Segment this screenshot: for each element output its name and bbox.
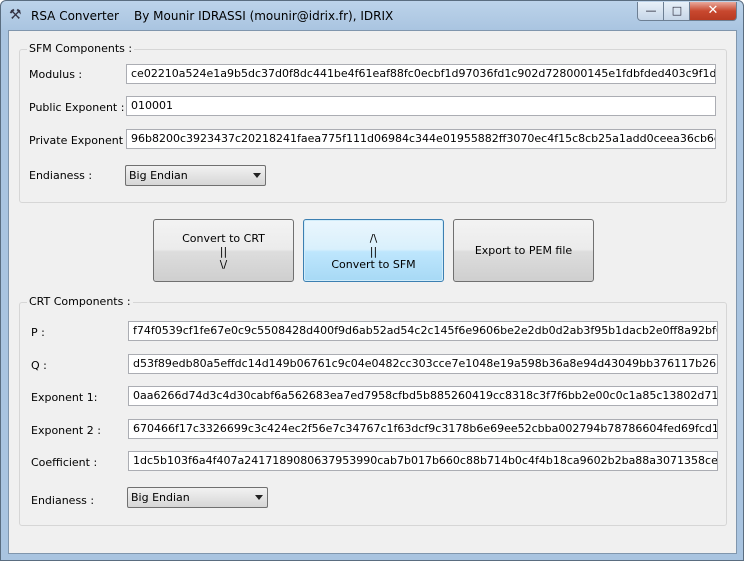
export-pem-button[interactable]: Export to PEM file bbox=[453, 219, 594, 282]
private-exponent-label: Private Exponent : bbox=[29, 134, 131, 147]
window-byline: By Mounir IDRASSI (mounir@idrix.fr), IDR… bbox=[134, 9, 394, 23]
rsa-converter-window: ⚒ RSA Converter By Mounir IDRASSI (mouni… bbox=[0, 0, 744, 561]
q-field[interactable]: d53f89edb80a5effdc14d149b06761c9c04e0482… bbox=[128, 354, 718, 374]
convert-to-sfm-line-1: /\ bbox=[369, 232, 378, 245]
q-label: Q : bbox=[31, 359, 47, 372]
convert-to-crt-line-2: || bbox=[219, 245, 228, 258]
public-exponent-field[interactable]: 010001 bbox=[126, 96, 716, 116]
modulus-label: Modulus : bbox=[29, 68, 83, 81]
maximize-button[interactable]: □ bbox=[663, 2, 691, 21]
convert-to-sfm-line-2: || bbox=[369, 245, 378, 258]
coefficient-field[interactable]: 1dc5b103f6a4f407a2417189080637953990cab7… bbox=[128, 451, 718, 471]
sfm-endianess-dropdown[interactable]: Big Endian bbox=[125, 165, 266, 186]
chevron-down-icon bbox=[255, 495, 263, 500]
tools-icon: ⚒ bbox=[9, 7, 22, 23]
crt-endianess-label: Endianess : bbox=[31, 494, 95, 507]
exponent2-field[interactable]: 670466f17c3326699c3c424ec2f56e7c34767c1f… bbox=[128, 419, 718, 439]
public-exponent-label: Public Exponent : bbox=[29, 101, 125, 114]
p-field[interactable]: f74f0539cf1fe67e0c9c5508428d400f9d6ab52a… bbox=[128, 321, 718, 341]
convert-to-crt-button[interactable]: Convert to CRT || \/ bbox=[153, 219, 294, 282]
convert-to-sfm-line-3: Convert to SFM bbox=[331, 258, 416, 271]
exponent2-label: Exponent 2 : bbox=[31, 424, 101, 437]
close-button[interactable]: ✕ bbox=[689, 2, 737, 21]
convert-to-crt-line-3: \/ bbox=[219, 258, 228, 271]
crt-endianess-value: Big Endian bbox=[131, 491, 190, 504]
convert-to-sfm-button[interactable]: /\ || Convert to SFM bbox=[303, 219, 444, 282]
title-bar[interactable]: ⚒ RSA Converter By Mounir IDRASSI (mouni… bbox=[1, 1, 743, 29]
p-label: P : bbox=[31, 326, 45, 339]
sfm-endianess-value: Big Endian bbox=[129, 169, 188, 182]
modulus-field[interactable]: ce02210a524e1a9b5dc37d0f8dc441be4f61eaf8… bbox=[126, 64, 716, 84]
client-area: SFM Components : Modulus : ce02210a524e1… bbox=[8, 30, 737, 554]
crt-endianess-dropdown[interactable]: Big Endian bbox=[127, 487, 268, 508]
exponent1-label: Exponent 1: bbox=[31, 391, 98, 404]
convert-to-crt-line-1: Convert to CRT bbox=[182, 232, 265, 245]
window-title: RSA Converter bbox=[31, 9, 119, 23]
coefficient-label: Coefficient : bbox=[31, 456, 98, 469]
exponent1-field[interactable]: 0aa6266d74d3c4d30cabf6a562683ea7ed7958cf… bbox=[128, 386, 718, 406]
minimize-button[interactable]: — bbox=[637, 2, 665, 21]
private-exponent-field[interactable]: 96b8200c3923437c20218241faea775f111d0698… bbox=[126, 129, 716, 149]
chevron-down-icon bbox=[253, 173, 261, 178]
sfm-group-title: SFM Components : bbox=[27, 42, 135, 55]
sfm-endianess-label: Endianess : bbox=[29, 169, 93, 182]
crt-group-title: CRT Components : bbox=[27, 295, 133, 308]
